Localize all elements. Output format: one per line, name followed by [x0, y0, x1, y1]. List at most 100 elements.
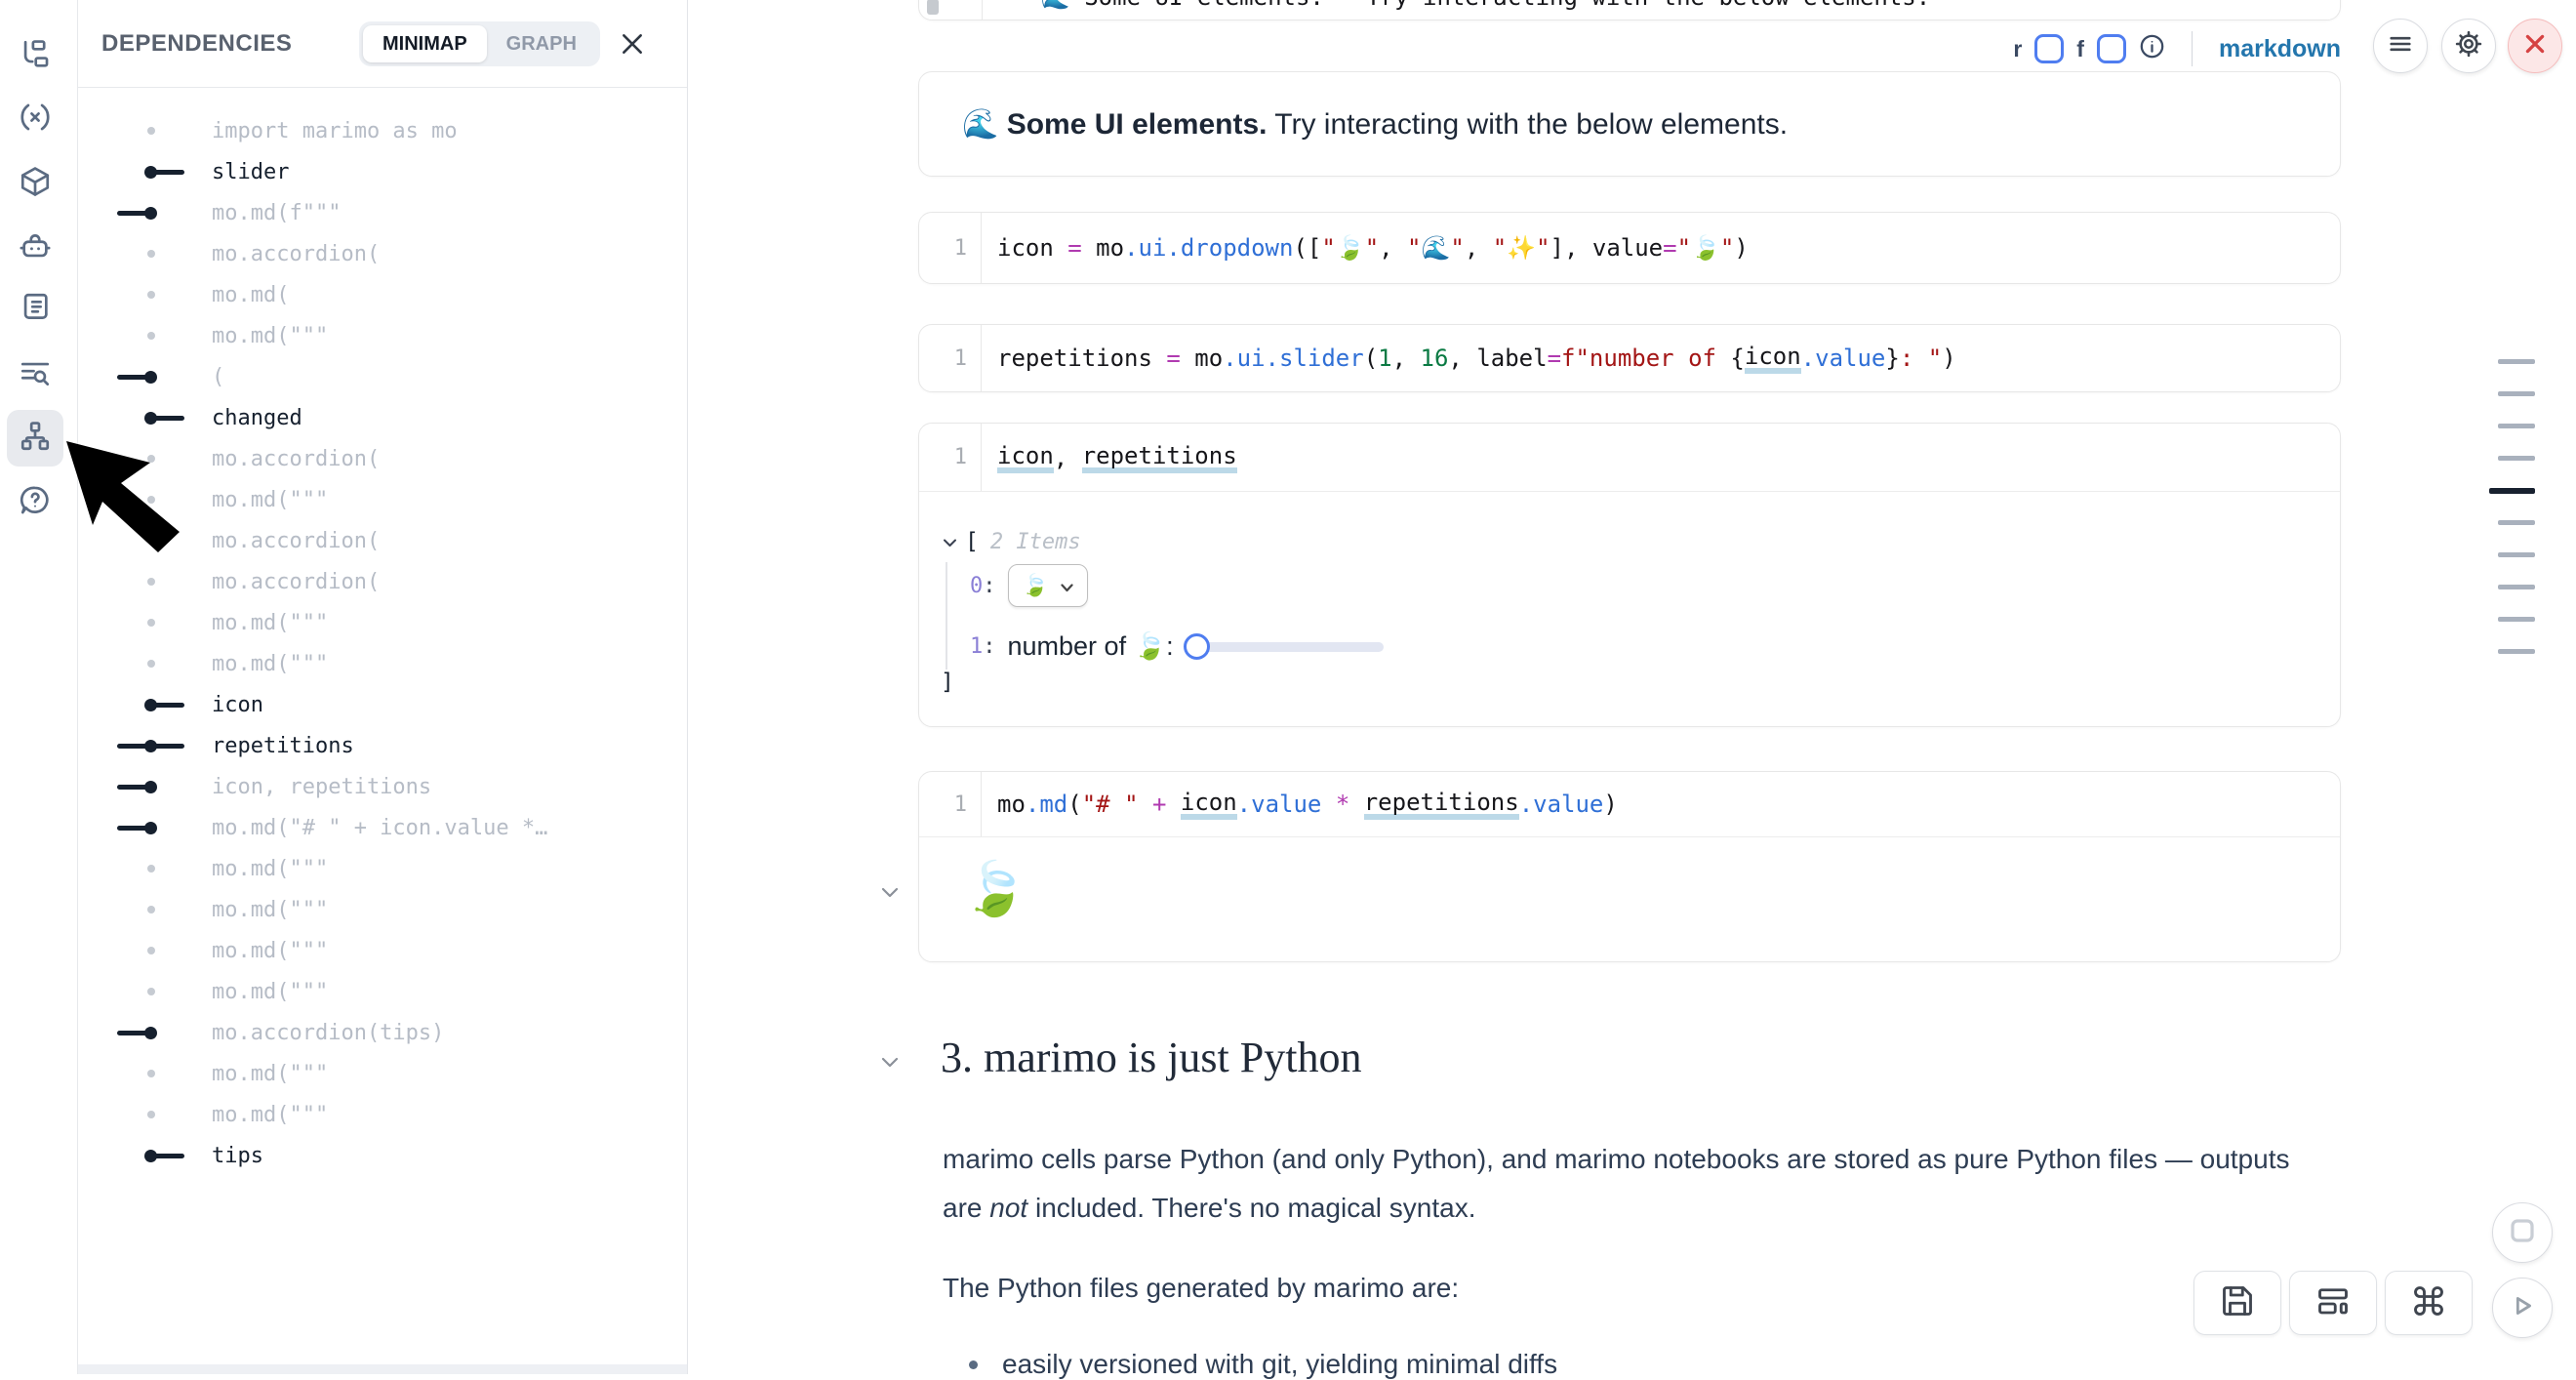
minimap-item-label: mo.accordion( — [212, 447, 380, 471]
minimap-item[interactable]: mo.md(f""" — [78, 192, 687, 233]
row-index: 1 — [970, 634, 983, 659]
minimap-item[interactable]: repetitions — [78, 725, 687, 766]
dot-marker-icon — [117, 944, 185, 957]
minimap-item[interactable]: mo.md(""" — [78, 971, 687, 1012]
fstring-checkbox[interactable] — [2097, 34, 2126, 63]
tab-minimap[interactable]: MINIMAP — [363, 25, 487, 62]
scroll-minimap[interactable] — [2483, 0, 2542, 683]
scroll-minimap-line[interactable] — [2498, 520, 2535, 525]
raw-toggle-label: r — [2013, 36, 2022, 62]
minimap-item[interactable]: mo.md(""" — [78, 1094, 687, 1135]
language-badge[interactable]: markdown — [2219, 35, 2341, 63]
markdown-cell-toolbar: r f markdown — [2013, 29, 2341, 68]
scroll-minimap-line[interactable] — [2498, 359, 2535, 364]
cell-repetitions-slider[interactable]: 1 repetitions = mo.ui.slider(1, 16, labe… — [918, 324, 2341, 392]
minimap-item[interactable]: mo.accordion( — [78, 233, 687, 274]
scroll-minimap-active-line[interactable] — [2489, 488, 2535, 494]
minimap-item-label: ( — [212, 365, 224, 389]
panel-title: DEPENDENCIES — [101, 30, 292, 58]
layout-button[interactable] — [2289, 1271, 2377, 1335]
minimap-item[interactable]: mo.md(""" — [78, 602, 687, 643]
raw-checkbox[interactable] — [2034, 34, 2064, 63]
ref-marker-icon — [117, 780, 185, 793]
minimap-item-label: mo.md(""" — [212, 980, 328, 1004]
panel-horizontal-scrollbar[interactable] — [78, 1364, 687, 1374]
logs-button[interactable] — [7, 281, 63, 338]
paragraph: marimo cells parse Python (and only Pyth… — [943, 1135, 2406, 1233]
repetitions-slider[interactable] — [1184, 633, 1384, 660]
minimap-item[interactable]: mo.md(""" — [78, 1053, 687, 1094]
cell-icon-repetitions[interactable]: 1 icon, repetitions [ 2 Items 0 : 🍃 1 : — [918, 423, 2341, 727]
scroll-minimap-line[interactable] — [2498, 391, 2535, 396]
minimap-item[interactable]: tips — [78, 1135, 687, 1176]
notebook-menu-button[interactable] — [2373, 19, 2428, 73]
slider-thumb[interactable] — [1184, 633, 1210, 660]
chevron-down-icon[interactable] — [943, 533, 957, 551]
slider-label: number of 🍃: — [1008, 630, 1174, 662]
collapse-output-chevron-icon[interactable] — [880, 886, 900, 904]
save-icon — [2220, 1283, 2255, 1323]
stop-icon — [2508, 1216, 2537, 1250]
tree-row-0: 0 : 🍃 — [970, 564, 1088, 607]
dependency-graph-button[interactable] — [7, 410, 63, 467]
minimap-item[interactable]: mo.md(""" — [78, 848, 687, 889]
collapse-section-chevron-icon[interactable] — [880, 1056, 900, 1074]
run-button[interactable] — [2492, 1278, 2553, 1338]
minimap-item[interactable]: mo.accordion(tips) — [78, 1012, 687, 1053]
variables-button[interactable] — [7, 91, 63, 147]
outline-search-button[interactable] — [7, 347, 63, 404]
close-panel-button[interactable] — [617, 28, 648, 60]
emoji-dropdown-select[interactable]: 🍃 — [1008, 564, 1088, 607]
help-button[interactable] — [7, 474, 63, 531]
notebook-area: **🌊 Some UI elements.** Try interacting … — [688, 0, 2576, 1374]
cell-markdown-source[interactable]: **🌊 Some UI elements.** Try interacting … — [918, 0, 2341, 20]
dot-marker-icon — [117, 1067, 185, 1080]
scroll-minimap-line[interactable] — [2498, 617, 2535, 622]
dot-marker-icon — [117, 985, 185, 998]
save-button[interactable] — [2194, 1271, 2281, 1335]
cell-md-repeat[interactable]: 1 mo.md("# " + icon.value * repetitions.… — [918, 771, 2341, 962]
ai-assistant-button[interactable] — [7, 220, 63, 276]
minimap-item[interactable]: icon, repetitions — [78, 766, 687, 807]
info-icon[interactable] — [2139, 33, 2165, 64]
packages-button[interactable] — [7, 155, 63, 212]
scroll-minimap-line[interactable] — [2498, 585, 2535, 589]
file-explorer-button[interactable] — [7, 28, 63, 85]
code-editor[interactable]: **🌊 Some UI elements.** Try interacting … — [997, 0, 1930, 11]
play-icon — [2509, 1292, 2536, 1324]
tab-graph[interactable]: GRAPH — [487, 25, 596, 62]
minimap-item[interactable]: mo.md(""" — [78, 315, 687, 356]
slider-track[interactable] — [1191, 642, 1384, 652]
minimap-item[interactable]: mo.md("# " + icon.value *… — [78, 807, 687, 848]
def-marker-icon — [117, 698, 185, 711]
cell-icon-dropdown[interactable]: 1 icon = mo.ui.dropdown(["🍃", "🌊", "✨"],… — [918, 212, 2341, 284]
list-item: easily versioned with git, yielding mini… — [969, 1349, 1557, 1380]
minimap-item[interactable]: mo.md( — [78, 274, 687, 315]
dot-marker-icon — [117, 247, 185, 261]
minimap-item-label: mo.md("# " + icon.value *… — [212, 816, 547, 840]
shortcuts-button[interactable] — [2385, 1271, 2473, 1335]
minimap-item[interactable]: icon — [78, 684, 687, 725]
code-editor[interactable]: icon, repetitions — [982, 424, 2340, 491]
code-editor[interactable]: mo.md("# " + icon.value * repetitions.va… — [982, 772, 2340, 836]
dot-marker-icon — [117, 903, 185, 916]
file-tree-icon — [19, 38, 52, 76]
minimap-item[interactable]: mo.accordion( — [78, 561, 687, 602]
drag-handle[interactable] — [927, 0, 939, 15]
code-editor[interactable]: icon = mo.ui.dropdown(["🍃", "🌊", "✨"], v… — [982, 213, 2340, 283]
row-index: 0 — [970, 574, 983, 598]
minimap-item-label: mo.accordion( — [212, 242, 380, 266]
minimap-item-label: slider — [212, 160, 289, 184]
minimap-item[interactable]: mo.md(""" — [78, 889, 687, 930]
scroll-minimap-line[interactable] — [2498, 456, 2535, 461]
minimap-item[interactable]: mo.md(""" — [78, 930, 687, 971]
scroll-minimap-line[interactable] — [2498, 424, 2535, 428]
scroll-minimap-line[interactable] — [2498, 649, 2535, 654]
stop-button[interactable] — [2492, 1202, 2553, 1263]
minimap-item[interactable]: ( — [78, 356, 687, 397]
code-editor[interactable]: repetitions = mo.ui.slider(1, 16, label=… — [982, 325, 2340, 391]
scroll-minimap-line[interactable] — [2498, 552, 2535, 557]
minimap-item[interactable]: import marimo as mo — [78, 110, 687, 151]
minimap-item[interactable]: mo.md(""" — [78, 643, 687, 684]
minimap-item[interactable]: slider — [78, 151, 687, 192]
